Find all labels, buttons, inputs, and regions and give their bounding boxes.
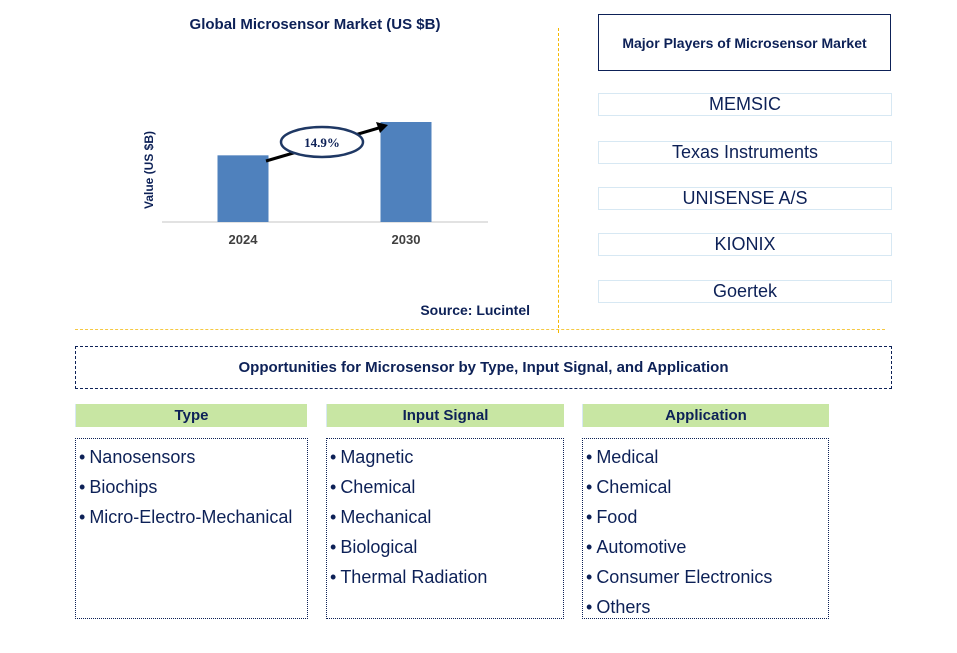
horizontal-divider [75, 329, 885, 330]
list-item-label: Chemical [340, 477, 416, 497]
list-item-label: Medical [596, 447, 659, 467]
type-list: • Nanosensors • Biochips • Micro-Electro-Mech… [75, 438, 308, 619]
player-item: UNISENSE A/S [598, 187, 892, 210]
list-item: • Biological [330, 532, 563, 562]
bullet-icon: • [330, 477, 337, 497]
player-item: KIONIX [598, 233, 892, 256]
input-signal-header: Input Signal [326, 404, 564, 427]
bar-2024 [217, 155, 269, 222]
list-item: • Biochips [79, 472, 307, 502]
chart-title: Global Microsensor Market (US $B) [189, 16, 441, 33]
list-item-label: Thermal Radiation [340, 567, 488, 587]
list-item-label: Food [596, 507, 638, 527]
list-item-label: Others [596, 597, 651, 617]
bullet-icon: • [330, 447, 337, 467]
list-item-label: Biochips [89, 477, 158, 497]
vertical-divider [558, 28, 559, 333]
source-label: Source: Lucintel [420, 302, 530, 318]
list-item-label: Consumer Electronics [596, 567, 773, 587]
list-item-label: Magnetic [340, 447, 414, 467]
list-item-label: Biological [340, 537, 418, 557]
list-item-label: Nanosensors [89, 447, 196, 467]
bullet-icon: • [586, 507, 593, 527]
bullet-icon: • [330, 567, 337, 587]
list-item: • Nanosensors [79, 442, 307, 472]
list-item: • Consumer Electronics [586, 562, 828, 592]
list-item: • Micro-Electro-Mechanical [79, 502, 307, 532]
list-item-label: Automotive [596, 537, 687, 557]
bullet-icon: • [586, 597, 593, 617]
player-item: MEMSIC [598, 93, 892, 116]
list-item: • Automotive [586, 532, 828, 562]
application-list: • Medical • Chemical • Food • Automotive • Consum… [582, 438, 829, 619]
y-axis-label: Value (US $B) [142, 131, 156, 209]
type-header: Type [75, 404, 307, 427]
list-item: • Food [586, 502, 828, 532]
bullet-icon: • [586, 567, 593, 587]
list-item: • Chemical [330, 472, 563, 502]
players-title: Major Players of Microsensor Market [598, 14, 891, 71]
bullet-icon: • [586, 477, 593, 497]
bullet-icon: • [79, 507, 86, 527]
bar-chart: Value (US $B) 2024 2030 14.9% [142, 122, 488, 247]
input-signal-list: • Magnetic • Chemical • Mechanical • Biological… [326, 438, 564, 619]
opportunities-title: Opportunities for Microsensor by Type, I… [75, 346, 892, 389]
player-item: Goertek [598, 280, 892, 303]
bullet-icon: • [79, 477, 86, 497]
bullet-icon: • [330, 507, 337, 527]
list-item-label: Chemical [596, 477, 672, 497]
list-item: • Magnetic [330, 442, 563, 472]
x-tick-label: 2024 [229, 232, 259, 247]
bullet-icon: • [586, 537, 593, 557]
list-item: • Mechanical [330, 502, 563, 532]
list-item: • Thermal Radiation [330, 562, 563, 592]
cagr-label: 14.9% [304, 135, 340, 150]
list-item-label: Micro-Electro-Mechanical [89, 507, 293, 527]
list-item: • Others [586, 592, 828, 622]
bullet-icon: • [330, 537, 337, 557]
player-item: Texas Instruments [598, 141, 892, 164]
bar-2030 [380, 122, 432, 222]
list-item-label: Mechanical [340, 507, 432, 527]
list-item: • Chemical [586, 472, 828, 502]
list-item: • Medical [586, 442, 828, 472]
bullet-icon: • [79, 447, 86, 467]
bullet-icon: • [586, 447, 593, 467]
x-tick-label: 2030 [392, 232, 421, 247]
application-header: Application [582, 404, 829, 427]
